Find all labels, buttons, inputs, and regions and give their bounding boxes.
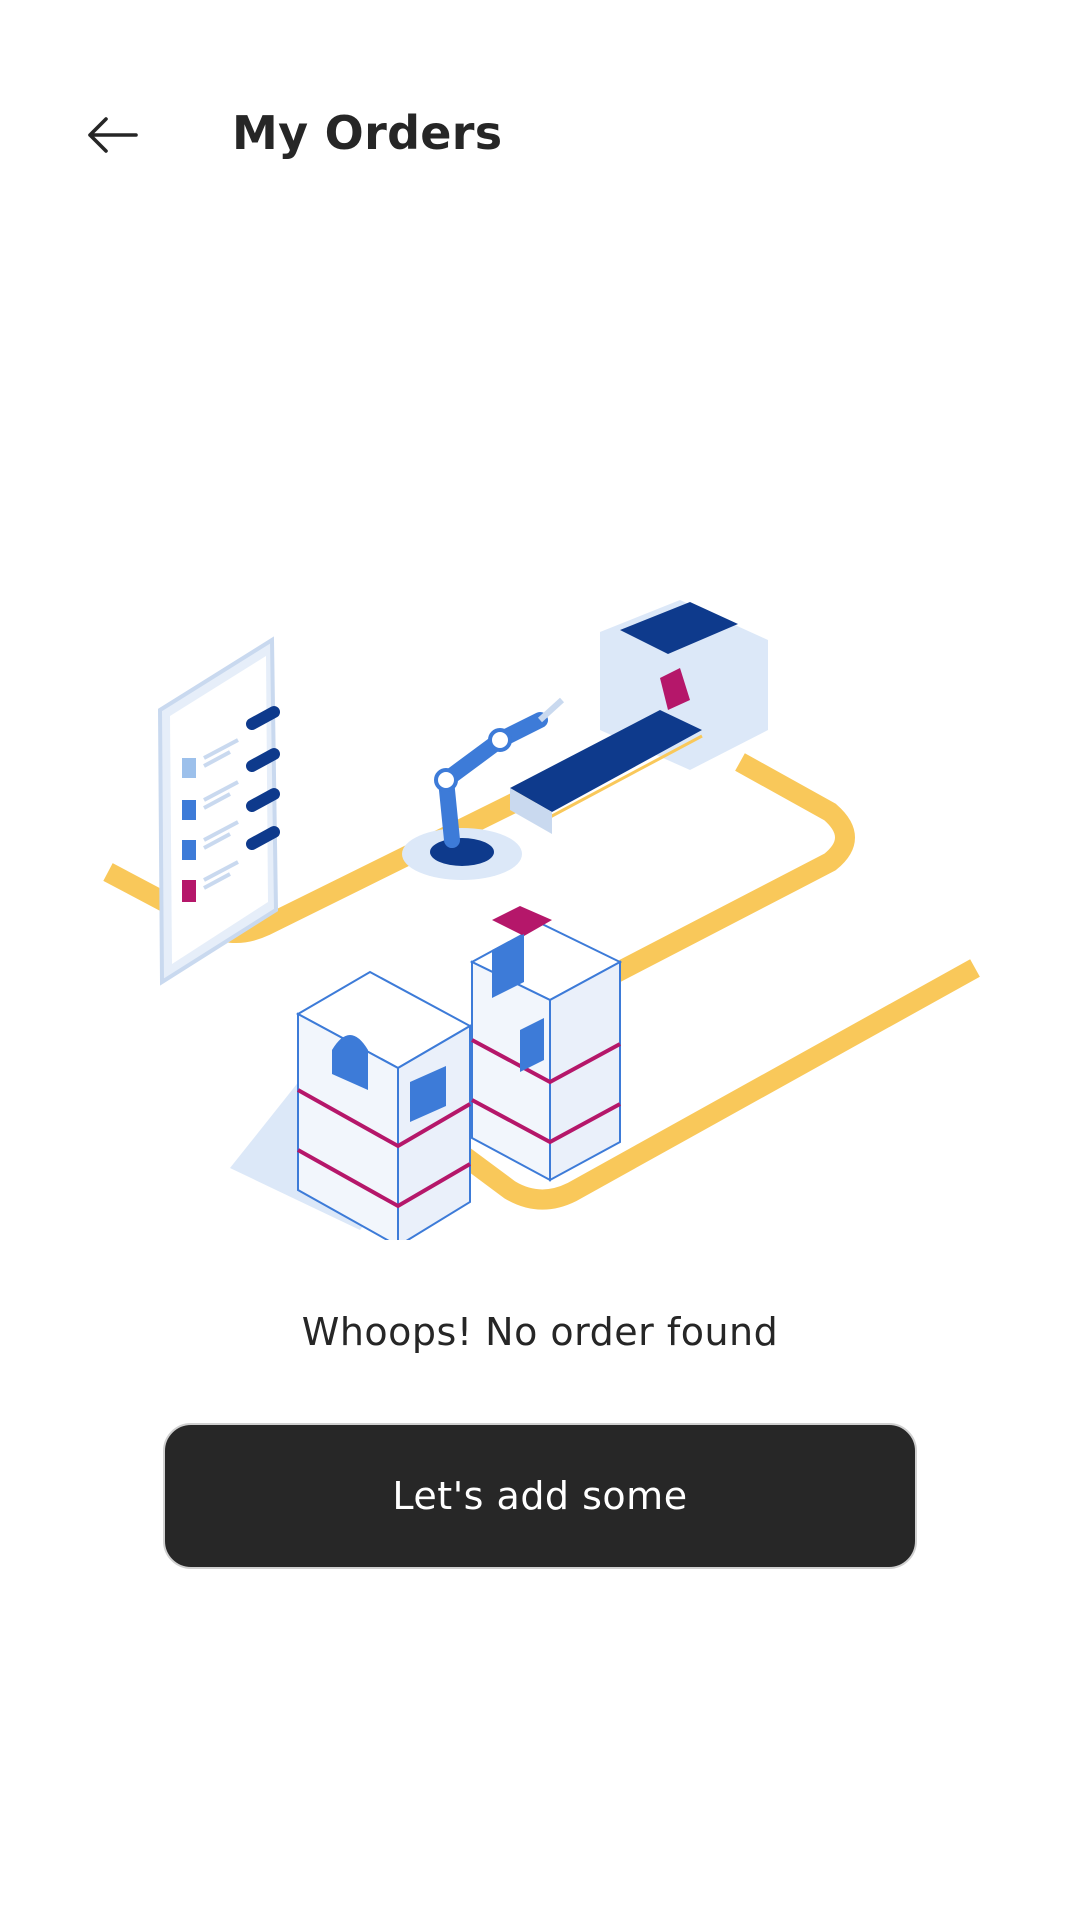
page-title: My Orders [232, 106, 503, 160]
warehouse-conveyor-illustration [103, 600, 980, 1240]
arrow-left-icon [88, 117, 138, 153]
empty-state-message: Whoops! No order found [301, 1310, 779, 1354]
add-orders-button-label: Let's add some [392, 1474, 688, 1518]
back-button[interactable] [72, 100, 152, 170]
conveyor-machine-graphic [510, 600, 768, 834]
my-orders-screen: My Orders Whoops! No order found Let's a… [0, 0, 1080, 1920]
app-bar: My Orders [0, 80, 1080, 190]
add-orders-button[interactable]: Let's add some [163, 1423, 917, 1569]
